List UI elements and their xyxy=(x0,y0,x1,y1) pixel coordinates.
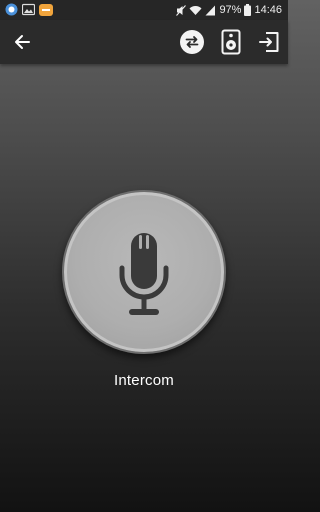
status-bar: 97% 14:46 xyxy=(0,0,288,20)
signal-icon xyxy=(205,5,216,16)
swap-button[interactable] xyxy=(177,27,207,57)
intercom-mic-button[interactable] xyxy=(62,190,226,354)
speaker-button[interactable] xyxy=(216,27,246,57)
intercom-label: Intercom xyxy=(114,372,174,389)
back-arrow-icon xyxy=(13,33,31,51)
clock: 14:46 xyxy=(254,4,282,16)
wifi-icon xyxy=(189,5,202,16)
exit-icon xyxy=(258,31,280,53)
microphone-icon xyxy=(110,226,178,318)
toolbar xyxy=(0,20,288,64)
speaker-icon xyxy=(221,29,241,55)
swap-icon xyxy=(179,29,205,55)
gallery-notification-icon xyxy=(21,3,36,19)
battery-percent: 97% xyxy=(219,4,242,16)
mute-icon xyxy=(176,4,187,16)
back-button[interactable] xyxy=(7,27,37,57)
battery-icon xyxy=(244,4,252,16)
exit-button[interactable] xyxy=(254,27,284,57)
sync-notification-icon xyxy=(5,3,18,19)
app-notification-icon xyxy=(39,3,53,19)
system-status: 97% 14:46 xyxy=(173,0,282,20)
notification-icons xyxy=(5,3,57,19)
